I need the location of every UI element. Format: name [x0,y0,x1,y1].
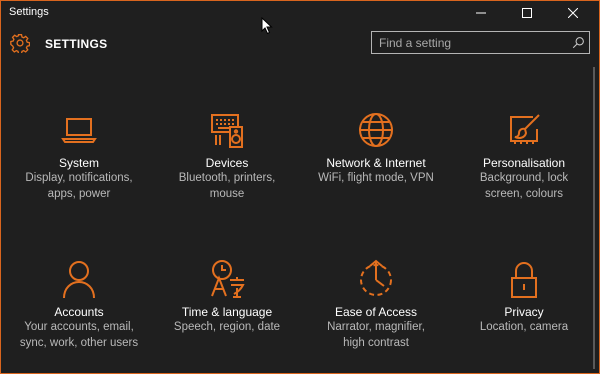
title-bar[interactable]: Settings [1,1,599,25]
search-input[interactable] [372,32,569,53]
tile-description: Location, camera [479,321,569,333]
globe-icon [359,113,393,147]
tile-description: Narrator, magnifier, [327,321,425,333]
tile-name: Time & language [181,305,273,319]
laptop-icon [61,118,97,143]
tile-time-language[interactable]: Time & language Speech, region, date [152,258,302,336]
paintbrush-icon [510,114,540,144]
tile-privacy[interactable]: Privacy Location, camera [449,258,599,336]
person-icon [63,261,95,299]
tile-network-internet[interactable]: Network & Internet WiFi, flight mode, VP… [301,109,451,187]
search-icon[interactable] [572,36,585,49]
tile-description: Background, lock [479,172,569,184]
tile-description: WiFi, flight mode, VPN [318,172,434,184]
ease-of-access-icon [360,259,392,296]
tile-accounts[interactable]: Accounts Your accounts, email, sync, wor… [4,258,154,351]
tile-name: Privacy [504,305,544,319]
maximize-button[interactable] [505,1,549,25]
tile-name: Personalisation [482,156,566,170]
vertical-scrollbar[interactable] [590,65,598,371]
minimize-icon [476,12,486,14]
settings-header: SETTINGS [1,25,599,63]
gear-icon [10,34,30,53]
tile-description: apps, power [47,188,111,200]
tile-description: sync, work, other users [19,337,139,349]
tile-name: Devices [205,156,249,170]
tile-description: mouse [209,188,245,200]
search-box[interactable] [371,31,590,54]
devices-icon [211,114,243,148]
mouse-cursor-icon [261,17,273,35]
window-title: Settings [9,6,49,18]
close-button[interactable] [551,1,595,25]
tile-description: Speech, region, date [173,321,281,333]
time-language-icon [211,260,245,298]
tile-name: System [58,156,99,170]
minimize-button[interactable] [459,1,503,25]
maximize-icon [522,8,532,18]
tile-system[interactable]: System Display, notifications, apps, pow… [4,109,154,202]
page-title: SETTINGS [45,37,108,51]
close-icon [568,8,578,18]
lock-icon [511,262,537,298]
settings-window: Settings SETTINGS Find a setting System … [0,0,600,374]
tile-description: screen, colours [485,188,563,200]
tile-description: Bluetooth, printers, [178,172,276,184]
tile-devices[interactable]: Devices Bluetooth, printers, mouse [152,109,302,202]
tile-name: Accounts [54,305,104,319]
tile-name: Network & Internet [326,156,426,170]
tile-personalisation[interactable]: Personalisation Background, lock screen,… [449,109,599,202]
tile-description: Display, notifications, [25,172,133,184]
tile-name: Ease of Access [334,305,418,319]
tile-description: Your accounts, email, [24,321,134,333]
tile-ease-of-access[interactable]: Ease of Access Narrator, magnifier, high… [301,258,451,351]
tile-description: high contrast [343,337,409,349]
